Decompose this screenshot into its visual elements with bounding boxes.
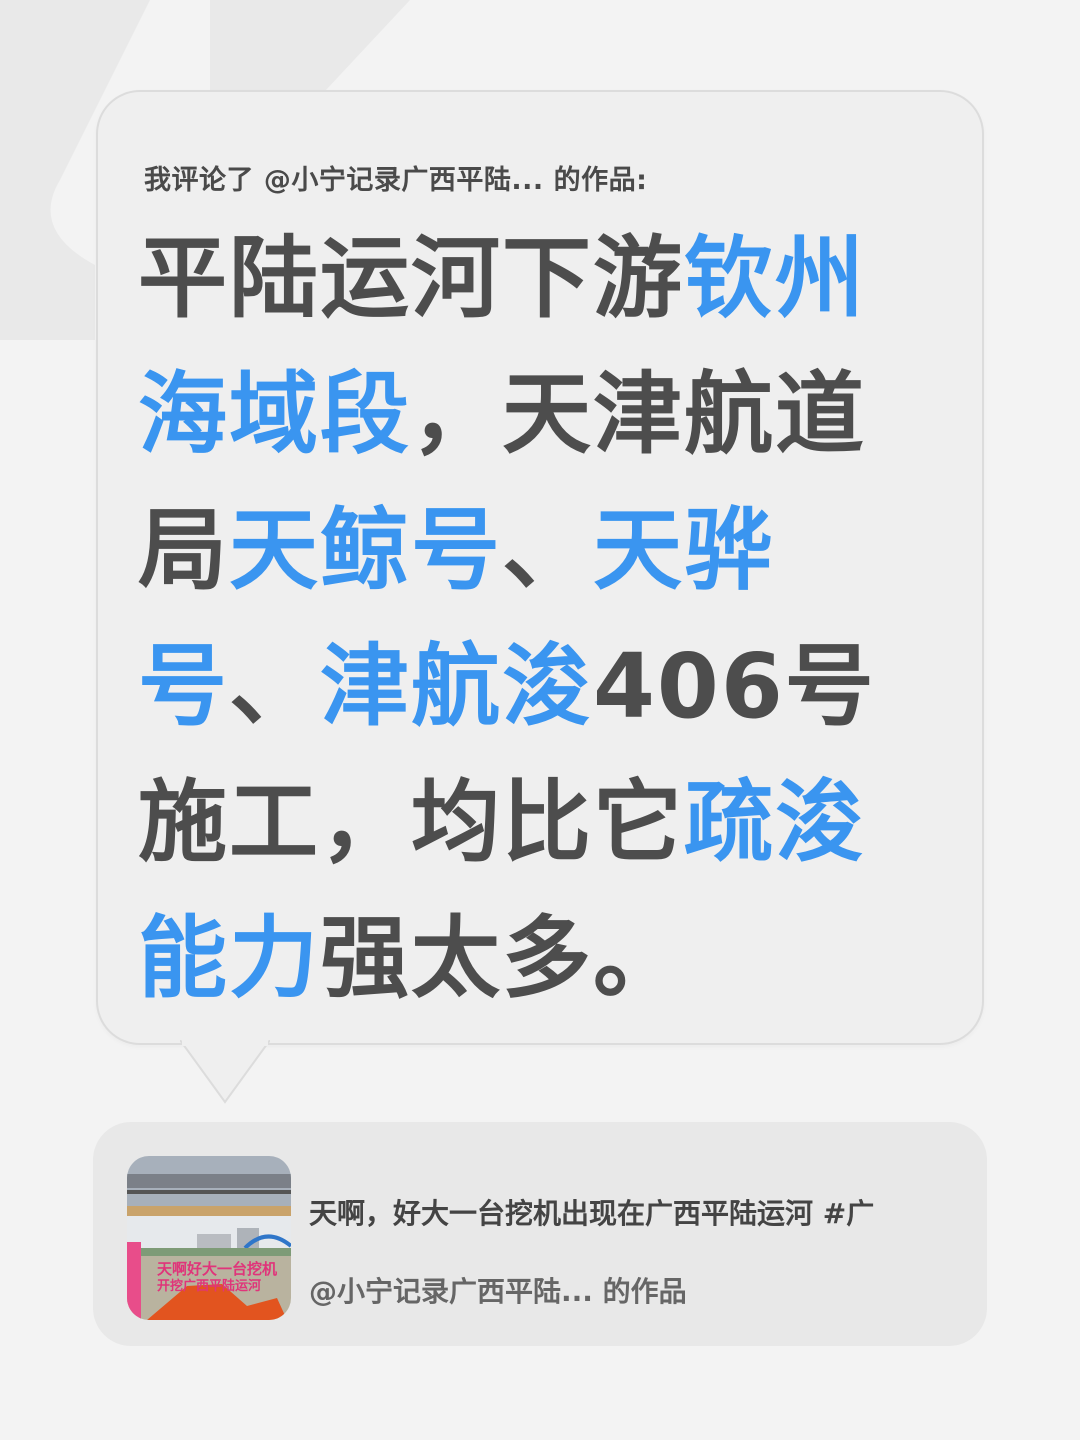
video-title[interactable]: 天啊，好大一台挖机出现在广西平陆运河 #广: [309, 1192, 949, 1232]
comment-bubble: 我评论了 @小宁记录广西平陆... 的作品: 平陆运河下游钦州 海域段，天津航道局…: [96, 90, 984, 1045]
comment-line: 能力强太多。: [138, 890, 938, 1026]
thumbnail-caption-2: 开挖广西平陆运河: [157, 1278, 261, 1294]
comment-line: 局天鲸号、天骅: [138, 482, 938, 618]
highlighted-term: 疏浚: [684, 770, 866, 874]
comment-text: 406号: [593, 634, 876, 738]
video-thumbnail[interactable]: 天啊好大一台挖机 开挖广西平陆运河: [127, 1156, 291, 1320]
comment-text: 、: [229, 634, 320, 738]
thumbnail-caption-1: 天啊好大一台挖机: [157, 1260, 277, 1278]
bubble-tail: [180, 1040, 270, 1104]
comment-header: 我评论了 @小宁记录广西平陆... 的作品:: [144, 165, 648, 196]
highlighted-term: 天鲸号: [229, 498, 502, 602]
highlighted-term: 号: [138, 634, 229, 738]
comment-text: 强太多。: [320, 906, 684, 1010]
comment-line: 号、津航浚406号: [138, 618, 938, 754]
highlighted-term: 能力: [138, 906, 320, 1010]
comment-body: 平陆运河下游钦州 海域段，天津航道 局天鲸号、天骅 号、津航浚406号 施工，均比它疏浚…: [138, 210, 938, 1026]
comment-line: 海域段，天津航道: [138, 346, 938, 482]
video-author[interactable]: @小宁记录广西平陆... 的作品: [309, 1270, 687, 1310]
comment-text: 施工，均比它: [138, 770, 684, 874]
comment-line: 施工，均比它疏浚: [138, 754, 938, 890]
highlighted-term: 钦州: [684, 226, 866, 330]
video-card[interactable]: 天啊好大一台挖机 开挖广西平陆运河 天啊，好大一台挖机出现在广西平陆运河 #广 …: [93, 1122, 987, 1346]
highlighted-term: 天骅: [593, 498, 775, 602]
comment-text: ，天津航道: [411, 362, 866, 466]
comment-text: 、: [502, 498, 593, 602]
comment-text: 局: [138, 498, 229, 602]
highlighted-term: 海域段: [138, 362, 411, 466]
highlighted-term: 津航浚: [320, 634, 593, 738]
comment-line: 平陆运河下游钦州: [138, 210, 938, 346]
comment-text: 平陆运河下游: [138, 226, 684, 330]
